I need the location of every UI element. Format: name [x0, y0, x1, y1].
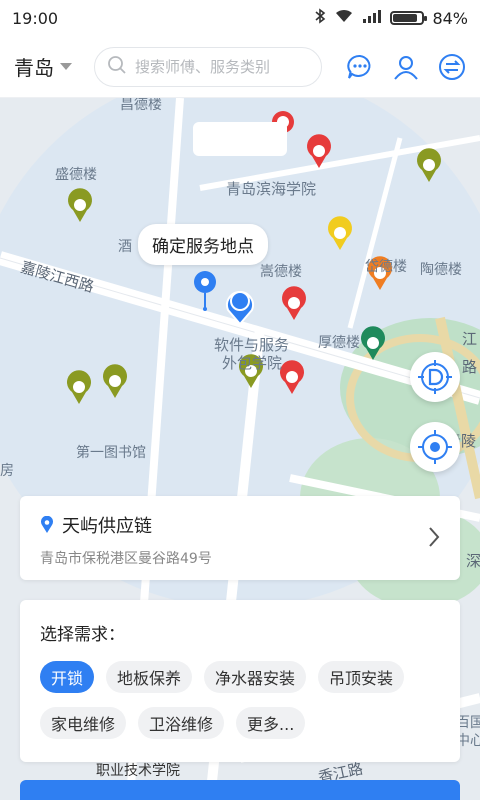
wifi-icon [334, 8, 354, 28]
poi-label: 厚德楼 [318, 335, 360, 351]
d-marker-icon [418, 360, 452, 394]
chevron-right-icon [429, 527, 440, 547]
top-bar: 青岛 [0, 36, 480, 98]
need-option-appliance-repair[interactable]: 家电维修 [40, 707, 127, 739]
search-box[interactable] [94, 46, 322, 87]
poi-label: 酒 [118, 239, 132, 255]
status-time: 19:00 [12, 8, 59, 28]
map-blank-chip [193, 122, 287, 156]
poi-label: 职业技术学院 [96, 763, 180, 779]
message-icon[interactable] [346, 53, 374, 81]
d-marker-button[interactable] [410, 352, 460, 402]
poi-label: 外包学院 [222, 354, 283, 372]
crosshair-icon [418, 430, 452, 464]
poi-label: 第一图书馆 [76, 445, 146, 461]
address-name: 天屿供应链 [62, 516, 152, 537]
needs-title: 选择需求： [40, 625, 125, 645]
poi-label: 盛德楼 [55, 167, 97, 183]
need-option-unlock[interactable]: 开锁 [40, 661, 95, 693]
poi-label: 陶德楼 [420, 262, 462, 278]
need-option-more[interactable]: 更多... [236, 707, 306, 739]
road-label: 江 [462, 330, 478, 348]
address-title-row: 天屿供应链 [40, 512, 440, 538]
poi-label: 青岛滨海学院 [226, 180, 317, 198]
address-card[interactable]: 天屿供应链 青岛市保税港区曼谷路49号 [20, 496, 460, 580]
address-detail: 青岛市保税港区曼谷路49号 [40, 551, 212, 567]
poi-label: 昌德楼 [120, 98, 162, 113]
needs-card: 选择需求： 开锁 地板保养 净水器安装 吊顶安装 家电维修 卫浴维修 更多... [20, 600, 460, 762]
primary-action-button[interactable] [20, 780, 460, 800]
battery-icon [390, 11, 428, 25]
needs-options: 开锁 地板保养 净水器安装 吊顶安装 家电维修 卫浴维修 更多... [40, 661, 440, 739]
search-input[interactable] [135, 57, 315, 76]
location-icon [41, 516, 53, 533]
chevron-down-icon [60, 63, 72, 70]
status-icons: 84% [314, 8, 468, 28]
switch-icon[interactable] [438, 53, 466, 81]
road-label: 深 [466, 552, 480, 570]
locate-me-button[interactable] [410, 422, 460, 472]
status-bar: 19:00 84% [0, 0, 480, 36]
confirm-location-tooltip[interactable]: 确定服务地点 [138, 224, 268, 265]
poi-label: 岱德楼 [365, 259, 407, 275]
poi-label: 嵩德楼 [260, 264, 302, 280]
need-option-water-purifier[interactable]: 净水器安装 [204, 661, 307, 693]
search-icon [107, 55, 127, 79]
poi-label: 房 [0, 463, 14, 479]
need-option-ceiling[interactable]: 吊顶安装 [318, 661, 405, 693]
need-option-floor-care[interactable]: 地板保养 [106, 661, 193, 693]
bluetooth-icon [314, 8, 326, 28]
battery-percent: 84% [432, 8, 468, 28]
signal-icon [362, 8, 382, 28]
city-name: 青岛 [14, 56, 54, 80]
user-icon[interactable] [392, 53, 420, 81]
top-actions [346, 53, 466, 81]
road-label: 路 [462, 358, 478, 376]
city-selector[interactable]: 青岛 [14, 52, 94, 81]
need-option-bathroom-repair[interactable]: 卫浴维修 [138, 707, 225, 739]
